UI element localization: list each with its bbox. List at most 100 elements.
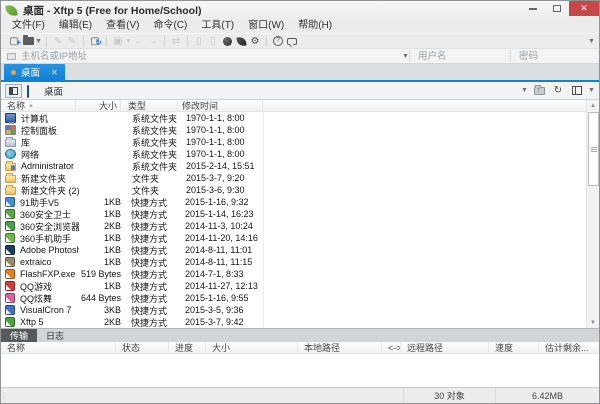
- open-session-dropdown-icon[interactable]: ▼: [35, 38, 42, 45]
- file-row[interactable]: 库系统文件夹1970-1-1, 8:00: [1, 136, 586, 148]
- file-modified: 2015-1-14, 16:23: [181, 209, 586, 219]
- xshell-icon[interactable]: [220, 35, 234, 48]
- new-session-icon[interactable]: ▢+: [7, 35, 21, 48]
- total-size: 6.42MB: [495, 388, 599, 403]
- host-input[interactable]: [21, 49, 402, 63]
- transfer-column-0[interactable]: 名称: [1, 342, 116, 353]
- menu-item-5[interactable]: 窗口(W): [241, 19, 291, 33]
- help-icon[interactable]: ?: [271, 35, 285, 48]
- rename-icon[interactable]: ✎: [65, 35, 79, 48]
- menu-item-6[interactable]: 帮助(H): [291, 19, 339, 33]
- transfer-column-7[interactable]: 速度: [489, 342, 539, 353]
- scrollbar-thumb[interactable]: [588, 112, 599, 186]
- file-row[interactable]: VisualCron 73KB快捷方式2015-3-5, 9:36: [1, 304, 586, 316]
- tab-transfer[interactable]: 传输: [1, 329, 37, 342]
- xftp-logo-icon: [5, 4, 17, 16]
- file-size: 2KB: [79, 317, 124, 327]
- file-modified: 2014-8-11, 11:01: [181, 245, 586, 255]
- transfer-column-6[interactable]: 远程路径: [401, 342, 489, 353]
- file-name: FlashFXP.exe: [20, 269, 79, 279]
- scroll-down-icon[interactable]: ▼: [587, 317, 599, 328]
- file-row[interactable]: 控制面板系统文件夹1970-1-1, 8:00: [1, 124, 586, 136]
- folder-icon: [5, 175, 16, 183]
- menu-item-1[interactable]: 编辑(E): [52, 19, 99, 33]
- sync-icon[interactable]: ⇄: [169, 35, 183, 48]
- column-modified[interactable]: 修改时间: [178, 100, 263, 111]
- paste-icon[interactable]: ▯: [206, 35, 220, 48]
- window-layout-icon[interactable]: ▣: [111, 35, 125, 48]
- file-row[interactable]: FlashFXP.exe519 Bytes快捷方式2014-7-1, 8:33: [1, 268, 586, 280]
- file-row[interactable]: Administrator系统文件夹2015-2-14, 15:51: [1, 160, 586, 172]
- file-row[interactable]: 计算机系统文件夹1970-1-1, 8:00: [1, 112, 586, 124]
- copy-icon[interactable]: ▯: [192, 35, 206, 48]
- maximize-button[interactable]: [545, 1, 569, 16]
- window-layout-dropdown-icon[interactable]: ▼: [125, 38, 132, 45]
- up-directory-button[interactable]: [531, 84, 547, 98]
- file-row[interactable]: 360安全卫士1KB快捷方式2015-1-14, 16:23: [1, 208, 586, 220]
- file-row[interactable]: 网络系统文件夹1970-1-1, 8:00: [1, 148, 586, 160]
- file-modified: 1970-1-1, 8:00: [182, 113, 586, 123]
- transfer-column-2[interactable]: 进度: [169, 342, 206, 353]
- shortcut-icon: [5, 317, 15, 327]
- menu-item-4[interactable]: 工具(T): [194, 19, 241, 33]
- transfer-column-3[interactable]: 大小: [206, 342, 298, 353]
- username-input[interactable]: [418, 49, 510, 63]
- folder-tree-toggle-button[interactable]: [5, 84, 22, 98]
- transfer-column-4[interactable]: 本地路径: [298, 342, 382, 353]
- file-row[interactable]: QQ炫舞644 Bytes快捷方式2015-1-16, 9:55: [1, 292, 586, 304]
- sort-asc-icon: ▲: [28, 103, 34, 109]
- file-row[interactable]: extraico1KB快捷方式2014-8-11, 11:15: [1, 256, 586, 268]
- file-modified: 1970-1-1, 8:00: [182, 125, 586, 135]
- feedback-icon[interactable]: [285, 35, 299, 48]
- session-tab-desktop[interactable]: 桌面 ✕: [4, 64, 65, 80]
- views-dropdown-icon[interactable]: ▼: [588, 87, 595, 94]
- views-button[interactable]: [569, 84, 585, 98]
- refresh-button[interactable]: ↻: [550, 84, 566, 98]
- column-name[interactable]: 名称▲: [1, 100, 76, 111]
- file-row[interactable]: Adobe Photoshop ...1KB快捷方式2014-8-11, 11:…: [1, 244, 586, 256]
- menu-item-2[interactable]: 查看(V): [99, 19, 146, 33]
- bottom-tab-bar: 传输 日志: [1, 328, 599, 342]
- edit-icon[interactable]: ✎: [51, 35, 65, 48]
- host-history-dropdown-icon[interactable]: ▼: [402, 53, 409, 60]
- file-name: VisualCron 7: [20, 305, 79, 315]
- current-path[interactable]: 桌面: [44, 84, 63, 98]
- forward-icon[interactable]: →: [146, 35, 160, 48]
- file-row[interactable]: 新建文件夹文件夹2015-3-7, 9:20: [1, 172, 586, 184]
- shortcut-icon: [5, 221, 15, 231]
- vertical-scrollbar[interactable]: ▲ ▼: [586, 100, 599, 328]
- file-row[interactable]: Xftp 52KB快捷方式2015-3-7, 9:42: [1, 316, 586, 328]
- menu-item-3[interactable]: 命令(C): [146, 19, 194, 33]
- xftp-leaf-icon[interactable]: [234, 35, 248, 48]
- toolbar-overflow-icon[interactable]: ▼: [588, 38, 595, 45]
- transfer-window-icon[interactable]: ▢↻: [88, 35, 102, 48]
- file-row[interactable]: 360手机助手1KB快捷方式2014-11-20, 14:16: [1, 232, 586, 244]
- settings-gear-icon[interactable]: ⚙: [248, 35, 262, 48]
- title-bar: 桌面 - Xftp 5 (Free for Home/School) ✕: [1, 1, 599, 19]
- shortcut-icon: [5, 293, 15, 303]
- column-type[interactable]: 类型: [121, 100, 178, 111]
- file-row[interactable]: 360安全浏览器72KB快捷方式2014-11-3, 10:24: [1, 220, 586, 232]
- file-size: 2KB: [79, 221, 124, 231]
- file-size: 1KB: [79, 209, 124, 219]
- file-row[interactable]: 91助手V51KB快捷方式2015-1-16, 9:32: [1, 196, 586, 208]
- password-input[interactable]: [519, 49, 599, 63]
- close-button[interactable]: ✕: [569, 1, 599, 16]
- file-modified: 2015-3-7, 9:20: [182, 173, 586, 183]
- path-dropdown-icon[interactable]: ▼: [521, 87, 528, 94]
- file-list: 名称▲ 大小 类型 修改时间 计算机系统文件夹1970-1-1, 8:00控制面…: [1, 100, 599, 328]
- transfer-column-5[interactable]: <->: [382, 342, 401, 353]
- scroll-up-icon[interactable]: ▲: [587, 100, 599, 111]
- transfer-column-8[interactable]: 估计剩余...: [539, 342, 600, 353]
- file-row[interactable]: 新建文件夹 (2)文件夹2015-3-6, 9:30: [1, 184, 586, 196]
- file-row[interactable]: QQ游戏1KB快捷方式2014-11-27, 12:13: [1, 280, 586, 292]
- menu-item-0[interactable]: 文件(F): [5, 19, 52, 33]
- back-icon[interactable]: ←: [132, 35, 146, 48]
- transfer-column-1[interactable]: 状态: [116, 342, 169, 353]
- open-session-icon[interactable]: [21, 35, 35, 48]
- file-name: Administrator: [21, 161, 80, 171]
- tab-log[interactable]: 日志: [37, 329, 73, 342]
- tab-close-icon[interactable]: ✕: [45, 68, 58, 77]
- minimize-button[interactable]: [521, 1, 545, 16]
- column-size[interactable]: 大小: [76, 100, 121, 111]
